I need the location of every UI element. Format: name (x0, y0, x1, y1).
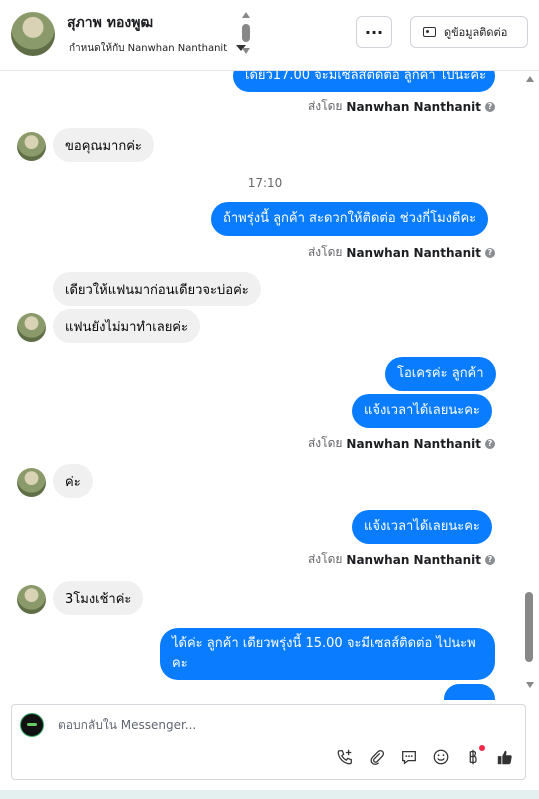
message-text: แจ้งเวลาได้เลยนะคะ (364, 403, 480, 418)
sent-by-name: Nanwhan Nanthanit (346, 245, 481, 260)
scroll-thumb[interactable] (525, 592, 533, 662)
page-logo-avatar (20, 713, 44, 737)
scroll-down-arrow[interactable] (526, 682, 534, 688)
avatar[interactable] (17, 313, 46, 342)
scroll-thumb[interactable] (242, 24, 250, 42)
message-text: ค่ะ (65, 474, 81, 490)
contact-avatar[interactable] (11, 12, 55, 56)
thumbs-up-icon[interactable] (495, 747, 515, 767)
message-incoming: เดียวให้แฟนมาก่อนเดียวจะบ่อค่ะ (53, 272, 261, 306)
message-outgoing: แจ้งเวลาได้เลยนะคะ (352, 394, 492, 428)
scroll-up-arrow[interactable] (526, 76, 534, 82)
sent-by-prefix: ส่งโดย (307, 436, 343, 450)
saved-reply-icon[interactable] (399, 747, 419, 767)
sent-by-label: ส่งโดย Nanwhan Nanthanit ? (308, 434, 495, 453)
assignment-dropdown[interactable]: กำหนดให้กับ Nanwhan Nanthanit (69, 41, 247, 56)
avatar[interactable] (17, 585, 46, 614)
message-text: ขอคุณมากค่ะ (65, 138, 142, 154)
contact-name[interactable]: สุภาพ ทองพูฒ (67, 12, 153, 34)
conversation-scrollbar[interactable] (523, 70, 537, 696)
message-incoming: ค่ะ (53, 464, 93, 498)
scroll-down-arrow[interactable] (242, 48, 250, 54)
timestamp: 17:10 (247, 176, 283, 190)
baht-icon[interactable] (463, 745, 485, 767)
message-text: แจ้งเวลาได้เลยนะคะ (364, 519, 480, 534)
message-outgoing: ถ้าพรุ่งนี้ ลูกค้า สะดวกให้ติดต่อ ช่วงกี… (211, 202, 489, 236)
sent-by-prefix: ส่งโดย (307, 552, 343, 566)
paperclip-icon[interactable] (367, 747, 387, 767)
sent-by-label: ส่งโดย Nanwhan Nanthanit ? (308, 97, 495, 116)
message-text: แฟนยังไม่มาทำเลยค่ะ (65, 319, 188, 335)
sent-by-label: ส่งโดย Nanwhan Nanthanit ? (308, 550, 495, 569)
sent-by-name: Nanwhan Nanthanit (346, 436, 481, 451)
message-outgoing: แจ้งเวลาได้เลยนะคะ (352, 510, 492, 544)
sent-by-name: Nanwhan Nanthanit (346, 552, 481, 567)
sent-by-prefix: ส่งโดย (307, 245, 343, 259)
message-outgoing-partial (444, 684, 495, 700)
message-outgoing: โอเครค่ะ ลูกค้า (385, 357, 496, 391)
message-text: ได้ค่ะ ลูกค้า เดียวพรุ่งนี้ 15.00 จะมีเซ… (172, 636, 476, 671)
avatar[interactable] (17, 468, 46, 497)
view-contact-info-label: ดูข้อมูลติดต่อ (444, 26, 508, 39)
message-text: เดียวให้แฟนมาก่อนเดียวจะบ่อค่ะ (65, 282, 249, 298)
conversation-area: เดียว17.00 จะมีเซลส์ติดต่อ ลูกค้า ไปนะคะ… (0, 0, 539, 700)
message-text: 3โมงเช้าค่ะ (65, 591, 132, 607)
more-icon: ··· (364, 22, 384, 42)
info-icon[interactable]: ? (485, 101, 495, 112)
emoji-icon[interactable] (431, 747, 451, 767)
call-add-icon[interactable] (335, 747, 355, 767)
conversation-header: สุภาพ ทองพูฒ กำหนดให้กับ Nanwhan Nanthan… (0, 0, 539, 71)
view-contact-info-button[interactable]: ดูข้อมูลติดต่อ (410, 16, 528, 48)
contact-card-icon (423, 27, 436, 37)
message-incoming: ขอคุณมากค่ะ (53, 128, 154, 162)
info-icon[interactable]: ? (485, 438, 495, 449)
sent-by-label: ส่งโดย Nanwhan Nanthanit ? (308, 243, 495, 262)
more-options-button[interactable]: ··· (356, 16, 392, 48)
scroll-up-arrow[interactable] (242, 12, 250, 18)
sent-by-prefix: ส่งโดย (307, 99, 343, 113)
messenger-panel: เดียว17.00 จะมีเซลส์ติดต่อ ลูกค้า ไปนะคะ… (0, 0, 539, 790)
message-incoming: แฟนยังไม่มาทำเลยค่ะ (53, 309, 200, 343)
sent-by-name: Nanwhan Nanthanit (346, 99, 481, 114)
assigned-label: กำหนดให้กับ Nanwhan Nanthanit (69, 43, 228, 54)
header-scrollbar[interactable] (241, 12, 251, 56)
message-outgoing: ได้ค่ะ ลูกค้า เดียวพรุ่งนี้ 15.00 จะมีเซ… (160, 628, 495, 680)
message-text: ถ้าพรุ่งนี้ ลูกค้า สะดวกให้ติดต่อ ช่วงกี… (223, 211, 477, 226)
message-text: โอเครค่ะ ลูกค้า (397, 366, 484, 381)
avatar[interactable] (17, 132, 46, 161)
notification-dot (479, 745, 485, 751)
info-icon[interactable]: ? (485, 247, 495, 258)
message-incoming: 3โมงเช้าค่ะ (53, 581, 144, 615)
composer-toolbar (335, 745, 515, 767)
info-icon[interactable]: ? (485, 554, 495, 565)
reply-composer (11, 704, 526, 780)
reply-input[interactable] (56, 717, 460, 733)
